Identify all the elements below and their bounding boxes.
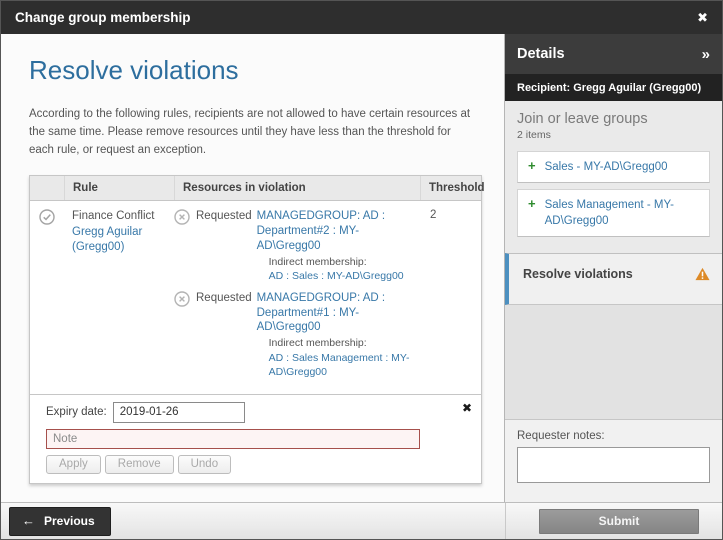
group-item-label: Sales Management - MY-AD\Gregg00 [545,197,699,229]
table-row: Finance Conflict Gregg Aguilar (Gregg00) [30,201,481,393]
expiry-date-input[interactable] [113,402,245,423]
violation-entry: Requested MANAGEDGROUP: AD : Department#… [174,291,416,379]
violation-remove-icon[interactable] [174,291,190,379]
note-input[interactable] [46,429,420,449]
indirect-membership-link[interactable]: AD : Sales : MY-AD\Gregg00 [269,270,404,282]
indirect-membership-label: Indirect membership: [269,256,367,268]
resolve-violations-step[interactable]: Resolve violations [505,253,722,305]
details-header[interactable]: Details » [505,34,722,74]
rule-recipient-link[interactable]: Gregg Aguilar (Gregg00) [72,226,142,254]
violations-table-header: Rule Resources in violation Threshold [30,176,481,201]
collapse-sidebar-icon[interactable]: » [702,46,710,63]
header-rule: Rule [64,176,174,200]
resolve-step-title: Resolve violations [523,267,633,281]
violation-prefix: Requested [196,291,252,379]
dialog-title: Change group membership [15,10,191,25]
dialog-titlebar: Change group membership ✖ [1,1,722,34]
page-title: Resolve violations [29,55,504,86]
header-resources: Resources in violation [174,176,420,200]
join-or-leave-section: Join or leave groups 2 items + Sales - M… [505,101,722,253]
warning-icon [695,267,710,281]
group-item-label: Sales - MY-AD\Gregg00 [545,159,668,175]
threshold-value: 2 [420,201,481,393]
expiry-date-label: Expiry date: [46,406,107,418]
violations-table: Rule Resources in violation Threshold [29,175,482,483]
details-title: Details [517,46,565,62]
items-count: 2 items [517,129,710,141]
join-section-title: Join or leave groups [517,111,710,127]
add-icon: + [528,197,536,211]
violation-remove-icon[interactable] [174,209,190,283]
apply-button[interactable]: Apply [46,455,101,474]
details-sidebar: Details » Recipient: Gregg Aguilar (Greg… [504,34,722,502]
previous-button[interactable]: ← Previous [9,507,111,536]
expiry-editor: ✖ Expiry date: Apply Remove Undo [30,394,481,483]
violation-resource-link[interactable]: MANAGEDGROUP: AD : Department#2 : MY-AD\… [257,210,385,252]
indirect-membership-link[interactable]: AD : Sales Management : MY-AD\Gregg00 [269,352,410,378]
previous-button-label: Previous [44,514,95,528]
resolve-step-body [505,305,722,419]
requester-notes-label: Requester notes: [517,430,710,442]
group-item-sales[interactable]: + Sales - MY-AD\Gregg00 [517,151,710,183]
submit-button[interactable]: Submit [539,509,699,534]
header-status-column [30,176,64,200]
requester-notes-section: Requester notes: [505,419,722,502]
rule-name: Finance Conflict [72,210,154,222]
undo-button[interactable]: Undo [178,455,232,474]
rules-description: According to the following rules, recipi… [29,106,471,159]
header-threshold: Threshold [420,176,481,200]
violation-prefix: Requested [196,209,252,283]
arrow-left-icon: ← [22,514,35,527]
group-item-sales-management[interactable]: + Sales Management - MY-AD\Gregg00 [517,189,710,237]
requester-notes-textarea[interactable] [517,447,710,483]
dialog-footer: ← Previous Submit [1,502,722,539]
change-group-membership-dialog: Change group membership ✖ Resolve violat… [0,0,723,540]
resolve-violations-panel: Resolve violations According to the foll… [1,34,504,502]
violation-resource-link[interactable]: MANAGEDGROUP: AD : Department#1 : MY-AD\… [257,292,385,334]
remove-button[interactable]: Remove [105,455,174,474]
rule-selected-check-icon[interactable] [39,216,55,228]
add-icon: + [528,159,536,173]
indirect-membership-label: Indirect membership: [269,337,367,349]
violation-entry: Requested MANAGEDGROUP: AD : Department#… [174,209,416,283]
close-editor-icon[interactable]: ✖ [462,401,472,415]
footer-divider [505,503,506,539]
close-icon[interactable]: ✖ [697,10,708,26]
recipient-bar: Recipient: Gregg Aguilar (Gregg00) [505,74,722,101]
